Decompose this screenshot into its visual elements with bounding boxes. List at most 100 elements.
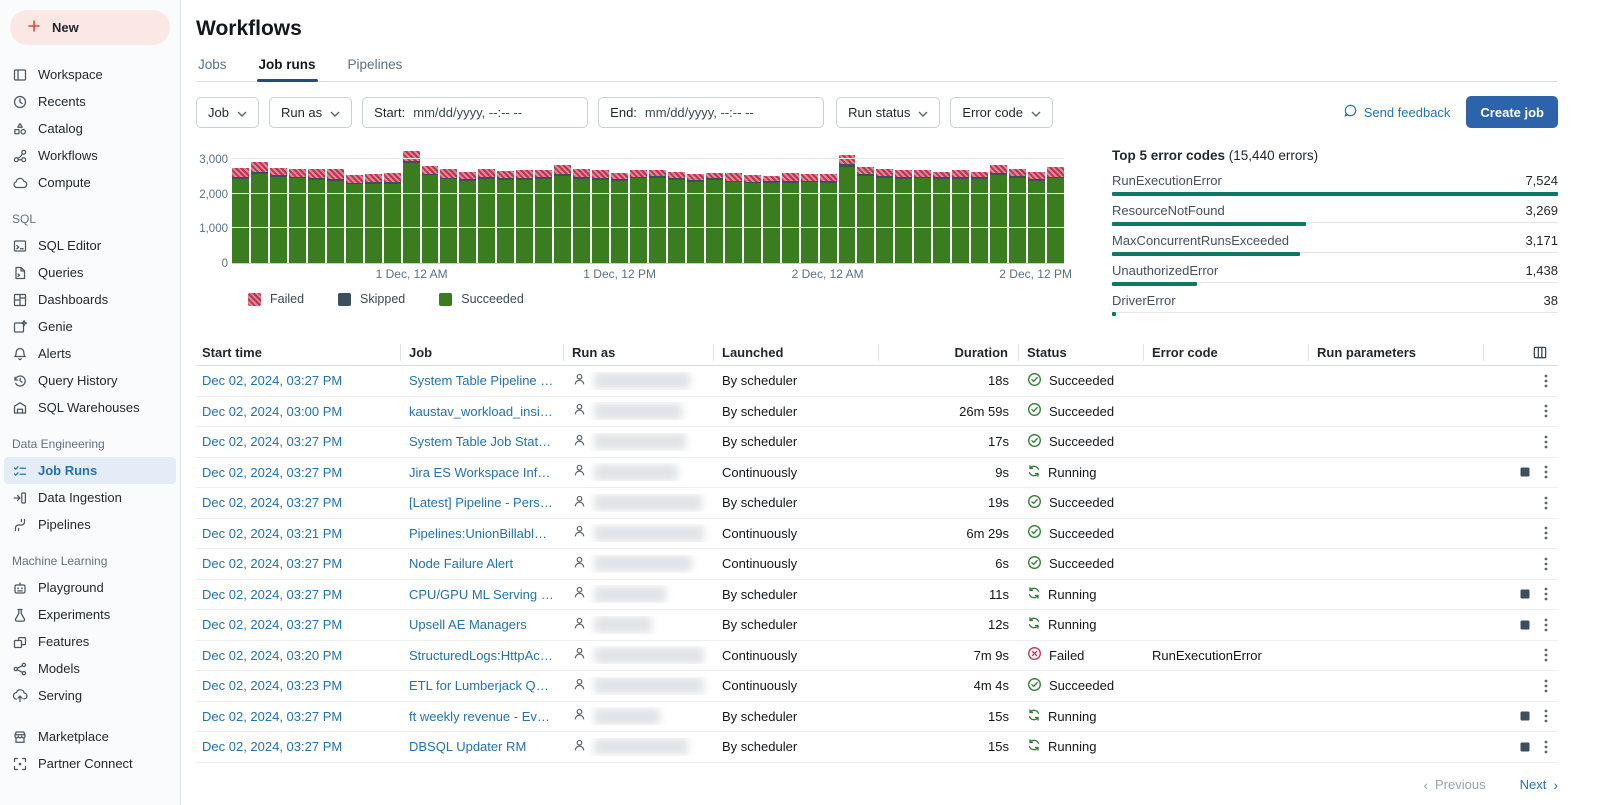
- run-start-time-link[interactable]: Dec 02, 2024, 03:27 PM: [196, 587, 401, 602]
- kebab-menu-icon[interactable]: [1544, 647, 1548, 663]
- column-header-launched[interactable]: Launched: [714, 344, 879, 361]
- run-start-time-link[interactable]: Dec 02, 2024, 03:27 PM: [196, 556, 401, 571]
- chart-bar[interactable]: [990, 165, 1007, 263]
- sidebar-item-catalog[interactable]: Catalog: [0, 115, 180, 142]
- legend-item-skipped[interactable]: Skipped: [338, 292, 405, 306]
- sidebar-item-genie[interactable]: Genie: [0, 313, 180, 340]
- job-name-link[interactable]: Pipelines:UnionBillableU...: [401, 526, 564, 541]
- chart-bar[interactable]: [952, 170, 969, 263]
- end-date-input[interactable]: End: mm/dd/yyyy, --:-- --: [598, 97, 824, 128]
- sidebar-item-job-runs[interactable]: Job Runs: [4, 457, 176, 484]
- column-header-run-as[interactable]: Run as: [564, 344, 714, 361]
- kebab-menu-icon[interactable]: [1544, 708, 1548, 724]
- chart-bar[interactable]: [365, 174, 382, 263]
- send-feedback-link[interactable]: Send feedback: [1343, 103, 1451, 121]
- sidebar-item-alerts[interactable]: Alerts: [0, 340, 180, 367]
- previous-page-button[interactable]: ‹ Previous: [1423, 777, 1485, 793]
- sidebar-item-partner-connect[interactable]: Partner Connect: [0, 750, 180, 777]
- stop-run-button[interactable]: [1520, 467, 1530, 477]
- sidebar-item-marketplace[interactable]: Marketplace: [0, 723, 180, 750]
- chart-bar[interactable]: [630, 170, 647, 263]
- column-header-start-time[interactable]: Start time: [196, 344, 401, 361]
- column-header-job[interactable]: Job: [401, 344, 564, 361]
- tab-jobs[interactable]: Jobs: [196, 51, 229, 81]
- chart-bar[interactable]: [346, 175, 363, 263]
- chart-bar[interactable]: [687, 174, 704, 263]
- run-start-time-link[interactable]: Dec 02, 2024, 03:20 PM: [196, 648, 401, 663]
- chart-bar[interactable]: [592, 170, 609, 263]
- legend-item-failed[interactable]: Failed: [248, 292, 304, 306]
- job-filter-dropdown[interactable]: Job: [196, 97, 259, 128]
- run-start-time-link[interactable]: Dec 02, 2024, 03:27 PM: [196, 495, 401, 510]
- run-start-time-link[interactable]: Dec 02, 2024, 03:27 PM: [196, 373, 401, 388]
- chart-bar[interactable]: [384, 173, 401, 263]
- sidebar-item-workflows[interactable]: Workflows: [0, 142, 180, 169]
- job-name-link[interactable]: Upsell AE Managers: [401, 617, 564, 632]
- chart-bar[interactable]: [668, 172, 685, 263]
- sidebar-item-query-history[interactable]: Query History: [0, 367, 180, 394]
- tab-pipelines[interactable]: Pipelines: [346, 51, 405, 81]
- chart-bar[interactable]: [459, 172, 476, 263]
- kebab-menu-icon[interactable]: [1544, 434, 1548, 450]
- chart-bar[interactable]: [232, 168, 249, 263]
- column-header-duration[interactable]: Duration: [879, 344, 1019, 361]
- tab-job-runs[interactable]: Job runs: [257, 51, 318, 81]
- chart-bar[interactable]: [744, 175, 761, 263]
- chart-bar[interactable]: [706, 173, 723, 263]
- chart-bar[interactable]: [1028, 172, 1045, 263]
- chart-bar[interactable]: [876, 169, 893, 263]
- chart-bar[interactable]: [820, 174, 837, 263]
- chart-bar[interactable]: [649, 170, 666, 263]
- new-button[interactable]: New: [10, 10, 170, 45]
- chart-bar[interactable]: [497, 171, 514, 263]
- chart-bar[interactable]: [422, 166, 439, 263]
- run-as-filter-dropdown[interactable]: Run as: [269, 97, 352, 128]
- kebab-menu-icon[interactable]: [1544, 556, 1548, 572]
- chart-bar[interactable]: [839, 155, 856, 263]
- chart-bar[interactable]: [440, 169, 457, 263]
- chart-bar[interactable]: [270, 168, 287, 263]
- column-header-run-parameters[interactable]: Run parameters: [1309, 344, 1484, 361]
- sidebar-item-sql-warehouses[interactable]: SQL Warehouses: [0, 394, 180, 421]
- next-page-button[interactable]: Next ›: [1520, 777, 1558, 793]
- job-name-link[interactable]: ft weekly revenue - Ever...: [401, 709, 564, 724]
- chart-bar[interactable]: [1047, 167, 1064, 263]
- run-start-time-link[interactable]: Dec 02, 2024, 03:27 PM: [196, 739, 401, 754]
- chart-bar[interactable]: [327, 169, 344, 263]
- sidebar-item-pipelines[interactable]: Pipelines: [0, 511, 180, 538]
- chart-bar[interactable]: [1009, 169, 1026, 263]
- chart-bar[interactable]: [554, 165, 571, 263]
- sidebar-item-queries[interactable]: Queries: [0, 259, 180, 286]
- stop-run-button[interactable]: [1520, 711, 1530, 721]
- job-name-link[interactable]: CPU/GPU ML Serving po...: [401, 587, 564, 602]
- chart-bar[interactable]: [725, 173, 742, 263]
- chart-bar[interactable]: [611, 173, 628, 263]
- kebab-menu-icon[interactable]: [1544, 525, 1548, 541]
- kebab-menu-icon[interactable]: [1544, 586, 1548, 602]
- chart-bar[interactable]: [782, 173, 799, 263]
- run-start-time-link[interactable]: Dec 02, 2024, 03:27 PM: [196, 434, 401, 449]
- stop-run-button[interactable]: [1520, 742, 1530, 752]
- job-name-link[interactable]: StructuredLogs:HttpAcc...: [401, 648, 564, 663]
- job-name-link[interactable]: [Latest] Pipeline - Persis...: [401, 495, 564, 510]
- chart-bar[interactable]: [573, 169, 590, 263]
- job-name-link[interactable]: Jira ES Workspace Info ...: [401, 465, 564, 480]
- sidebar-item-compute[interactable]: Compute: [0, 169, 180, 196]
- run-start-time-link[interactable]: Dec 02, 2024, 03:27 PM: [196, 709, 401, 724]
- sidebar-item-experiments[interactable]: Experiments: [0, 601, 180, 628]
- kebab-menu-icon[interactable]: [1544, 373, 1548, 389]
- chart-bar[interactable]: [857, 167, 874, 263]
- run-start-time-link[interactable]: Dec 02, 2024, 03:21 PM: [196, 526, 401, 541]
- sidebar-item-playground[interactable]: Playground: [0, 574, 180, 601]
- sidebar-item-sql-editor[interactable]: SQL Editor: [0, 232, 180, 259]
- sidebar-item-recents[interactable]: Recents: [0, 88, 180, 115]
- column-selector-icon[interactable]: [1484, 344, 1558, 361]
- run-start-time-link[interactable]: Dec 02, 2024, 03:23 PM: [196, 678, 401, 693]
- column-header-status[interactable]: Status: [1019, 344, 1144, 361]
- legend-item-succeeded[interactable]: Succeeded: [439, 292, 524, 306]
- start-date-input[interactable]: Start: mm/dd/yyyy, --:-- --: [362, 97, 588, 128]
- chart-bar[interactable]: [914, 170, 931, 263]
- sidebar-item-dashboards[interactable]: Dashboards: [0, 286, 180, 313]
- kebab-menu-icon[interactable]: [1544, 403, 1548, 419]
- job-name-link[interactable]: kaustav_workload_insig...: [401, 404, 564, 419]
